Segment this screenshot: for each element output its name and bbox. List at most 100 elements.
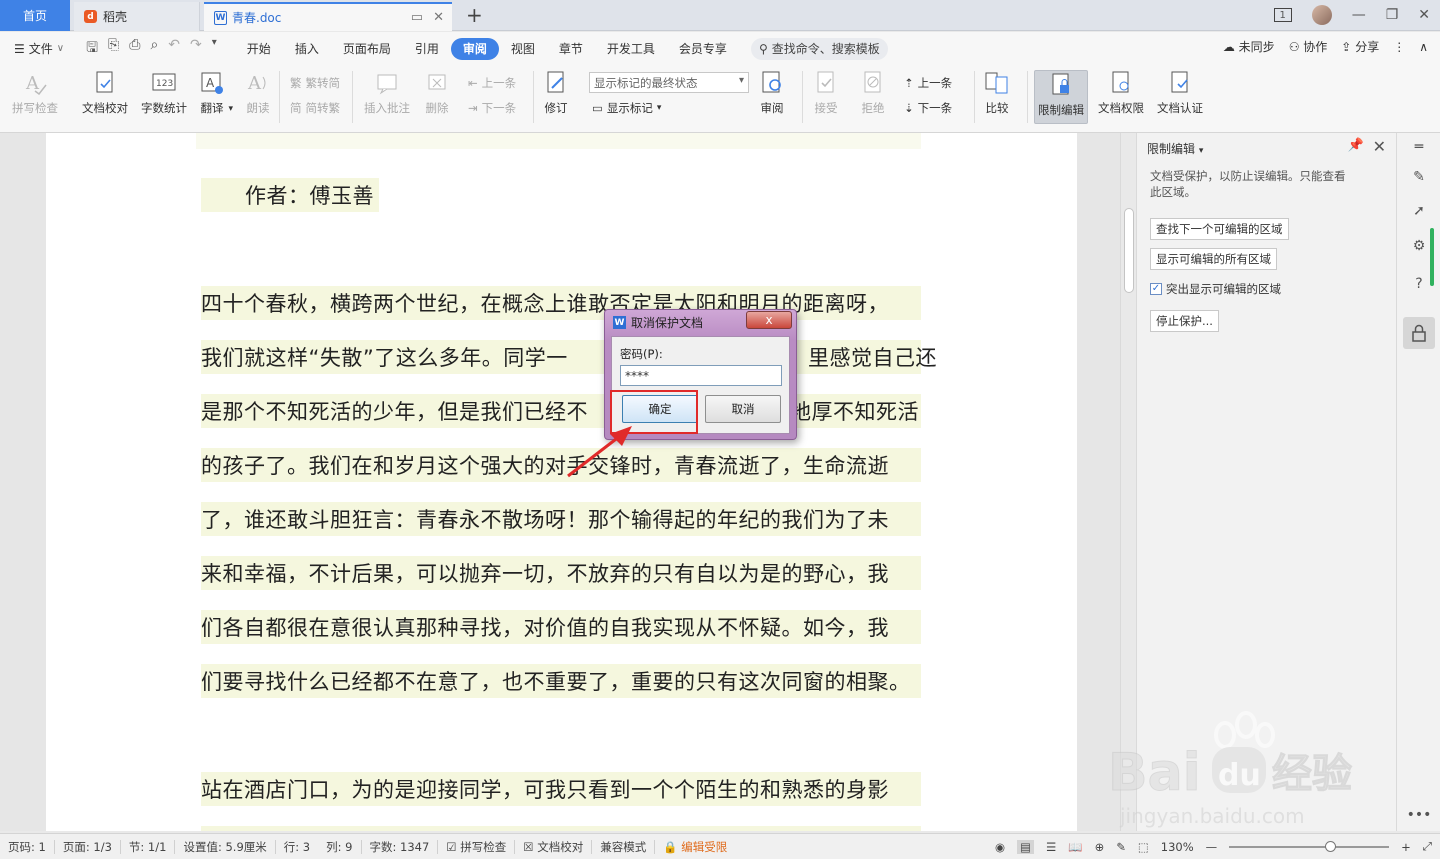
next-change-button[interactable]: ⇣ 下一条 xyxy=(904,100,952,116)
save-icon[interactable]: 🖫 xyxy=(86,37,98,61)
tab-daoke[interactable]: d 稻壳 xyxy=(74,2,200,31)
share-button[interactable]: ⇪ 分享 xyxy=(1341,38,1379,55)
insert-comment-button[interactable]: 插入批注 xyxy=(364,69,410,116)
paragraph-line[interactable]: 了，谁还敢斗胆狂言：青春永不散场呀！那个输得起的年纪的我们为了未 xyxy=(201,502,921,536)
doc-cert-button[interactable]: 文档认证 xyxy=(1157,69,1203,116)
doc-rights-button[interactable]: 文档权限 xyxy=(1098,69,1144,116)
zoom-out-icon[interactable]: — xyxy=(1206,840,1218,854)
redo-icon[interactable]: ↷ xyxy=(190,37,202,61)
status-page[interactable]: 页码: 1 xyxy=(0,839,55,854)
password-input[interactable]: **** xyxy=(620,365,782,386)
read-aloud-button[interactable]: A 朗读 xyxy=(245,69,271,116)
close-window-icon[interactable]: ✕ xyxy=(1418,7,1430,23)
status-pages[interactable]: 页面: 1/3 xyxy=(55,839,121,854)
fit-page-icon[interactable]: ⬚ xyxy=(1138,840,1149,854)
collab-button[interactable]: ⚇ 协作 xyxy=(1289,38,1328,55)
reading-view-icon[interactable]: 📖 xyxy=(1068,840,1082,854)
status-col[interactable]: 列: 9 xyxy=(318,839,362,854)
menu-review[interactable]: 审阅 xyxy=(450,37,499,60)
menu-references[interactable]: 引用 xyxy=(403,38,451,60)
delete-comment-button[interactable]: 删除 xyxy=(424,69,450,116)
file-menu[interactable]: ☰ 文件 ∨ xyxy=(14,40,64,57)
prev-change-button[interactable]: ⇡ 上一条 xyxy=(904,75,952,91)
panel-title[interactable]: 限制编辑 ▾ xyxy=(1147,140,1203,157)
status-section[interactable]: 节: 1/1 xyxy=(121,839,176,854)
collapse-ribbon-icon[interactable]: ∧ xyxy=(1419,40,1428,54)
paragraph-line[interactable]: 们要寻找什么已经都不在意了，也不重要了，重要的只有这次同窗的相聚。 xyxy=(201,664,921,698)
menu-insert[interactable]: 插入 xyxy=(283,38,331,60)
dialog-title-bar[interactable]: W 取消保护文档 xyxy=(613,314,703,331)
fullscreen-icon[interactable]: ⤢ xyxy=(1423,839,1432,854)
menu-start[interactable]: 开始 xyxy=(235,38,283,60)
menu-chapter[interactable]: 章节 xyxy=(547,38,595,60)
pin-icon[interactable]: 📌 xyxy=(1348,138,1364,153)
write-mode-icon[interactable]: ✎ xyxy=(1116,840,1126,854)
new-tab-button[interactable]: + xyxy=(466,3,483,27)
more-icon[interactable]: ⋮ xyxy=(1393,40,1405,54)
zoom-slider-knob[interactable] xyxy=(1325,840,1337,852)
sync-button[interactable]: ☁ 未同步 xyxy=(1223,38,1275,55)
more-dots-icon[interactable]: ••• xyxy=(1407,805,1432,825)
status-compat[interactable]: 兼容模式 xyxy=(592,839,656,854)
status-spellcheck[interactable]: ☑ 拼写检查 xyxy=(438,839,516,854)
paragraph-line[interactable]: 四十个春秋，横跨两个世纪，在概念上谁敢否定是太阳和明月的距离呀， xyxy=(201,286,921,320)
tab-home[interactable]: 首页 xyxy=(0,0,70,31)
print-icon[interactable]: ⎙ xyxy=(129,37,140,61)
paragraph-line[interactable]: 我们就这样“失散”了这么多年。同学一 里感觉自己还 xyxy=(201,340,937,374)
compare-button[interactable]: 比较 xyxy=(984,69,1010,116)
reject-button[interactable]: 拒绝 xyxy=(860,69,886,116)
cursor-icon[interactable]: ➚ xyxy=(1409,201,1429,221)
paragraph-line[interactable]: 站在酒店门口，为的是迎接同学，可我只看到一个个陌生的和熟悉的身影 xyxy=(201,772,921,806)
review-pane-button[interactable]: 审阅 xyxy=(759,69,785,116)
prev-comment-button[interactable]: ⇤ 上一条 xyxy=(468,75,516,91)
zoom-in-icon[interactable]: + xyxy=(1401,840,1411,854)
track-changes-button[interactable]: 修订 xyxy=(543,69,569,116)
find-next-editable-button[interactable]: 查找下一个可编辑的区域 xyxy=(1150,218,1289,240)
author-line[interactable]: 作者：傅玉善 xyxy=(201,178,379,212)
tab-pin-icon[interactable]: ▭ xyxy=(411,10,423,25)
paragraph-line[interactable]: 来和幸福，不计后果，可以抛弃一切，不放弃的只有自以为是的野心，我 xyxy=(201,556,921,590)
status-restricted[interactable]: 🔒 编辑受限 xyxy=(655,840,735,854)
print-preview-icon[interactable]: ⌕ xyxy=(150,37,158,61)
tab-document[interactable]: W 青春.doc ▭ ✕ xyxy=(204,2,452,31)
show-all-editable-button[interactable]: 显示可编辑的所有区域 xyxy=(1150,248,1277,270)
next-comment-button[interactable]: ⇥ 下一条 xyxy=(468,100,516,116)
stop-protection-button[interactable]: 停止保护... xyxy=(1150,310,1219,332)
eye-icon[interactable]: ◉ xyxy=(995,840,1005,854)
status-row[interactable]: 行: 3 xyxy=(276,840,318,854)
export-icon[interactable]: ⎘ xyxy=(108,37,119,61)
status-proof[interactable]: ☒ 文档校对 xyxy=(515,839,593,854)
spellcheck-button[interactable]: A 拼写检查 xyxy=(12,69,58,116)
page-view-icon[interactable]: ▤ xyxy=(1017,839,1034,854)
help-icon[interactable]: ? xyxy=(1409,274,1429,294)
document-page[interactable]: 作者：傅玉善 四十个春秋，横跨两个世纪，在概念上谁敢否定是太阳和明月的距离呀， … xyxy=(46,133,1077,831)
accept-button[interactable]: 接受 xyxy=(813,69,839,116)
page-count-badge[interactable]: 1 xyxy=(1273,8,1292,22)
zoom-slider[interactable] xyxy=(1229,840,1390,852)
status-setting[interactable]: 设置值: 5.9厘米 xyxy=(175,839,276,854)
tab-close-icon[interactable]: ✕ xyxy=(433,10,444,25)
cancel-button[interactable]: 取消 xyxy=(705,395,781,423)
status-words[interactable]: 字数: 1347 xyxy=(362,839,439,854)
restrict-editing-button[interactable]: 限制编辑 xyxy=(1034,70,1088,124)
menu-view[interactable]: 视图 xyxy=(499,38,547,60)
paragraph-line[interactable]: 们各自都很在意很认真那种寻找，对价值的自我实现从不怀疑。如今，我 xyxy=(201,610,921,644)
restore-icon[interactable]: ❐ xyxy=(1386,7,1399,23)
lock-icon[interactable] xyxy=(1403,317,1435,349)
zoom-level[interactable]: 130% xyxy=(1161,840,1194,854)
avatar[interactable] xyxy=(1311,5,1332,25)
command-search[interactable]: ⚲ 查找命令、搜索模板 xyxy=(750,37,888,60)
proof-button[interactable]: 文档校对 xyxy=(82,69,128,116)
simp-to-trad-button[interactable]: 简简转繁 xyxy=(290,100,340,116)
wordcount-button[interactable]: 123 字数统计 xyxy=(141,69,187,116)
highlight-editable-checkbox[interactable]: ✓ 突出显示可编辑的区域 xyxy=(1150,281,1281,297)
menu-member[interactable]: 会员专享 xyxy=(667,38,739,60)
panel-close-icon[interactable]: ✕ xyxy=(1373,137,1386,156)
menu-page-layout[interactable]: 页面布局 xyxy=(331,38,403,60)
minimize-icon[interactable]: — xyxy=(1352,7,1366,23)
pen-icon[interactable]: ✎ xyxy=(1409,167,1429,187)
rail-menu-icon[interactable]: ═ xyxy=(1409,137,1429,157)
markup-state-select[interactable]: 显示标记的最终状态 xyxy=(589,72,749,93)
dialog-close-button[interactable]: x xyxy=(746,311,792,329)
menu-developer[interactable]: 开发工具 xyxy=(595,38,667,60)
